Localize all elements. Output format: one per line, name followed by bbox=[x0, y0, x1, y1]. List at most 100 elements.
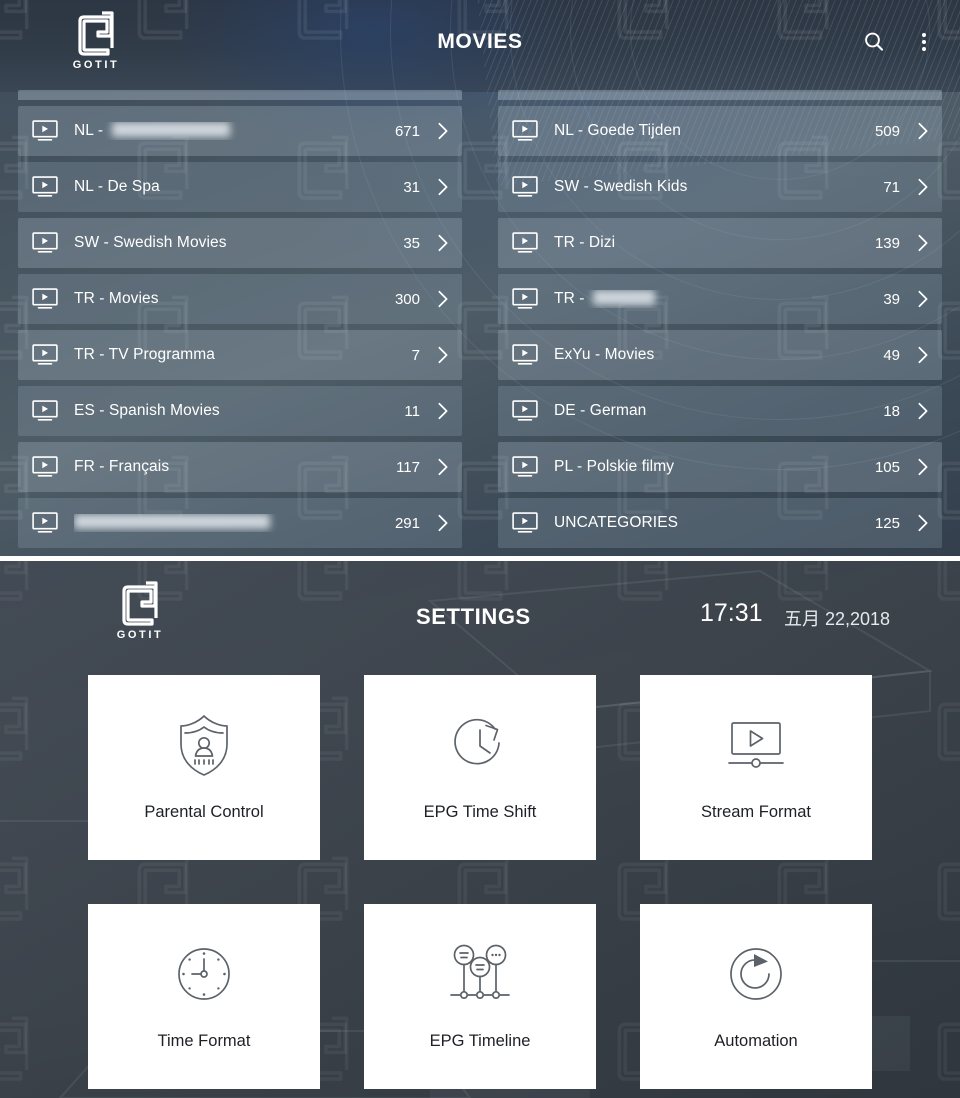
category-label: TR - TV Programma bbox=[74, 346, 215, 363]
category-row[interactable]: DE - German 18 bbox=[498, 386, 942, 436]
settings-tile-parental-control[interactable]: Parental Control bbox=[88, 675, 320, 860]
search-button[interactable] bbox=[860, 28, 888, 56]
header-actions bbox=[860, 28, 938, 56]
chevron-right-icon bbox=[438, 178, 448, 196]
timeline-nodes-icon-wrap bbox=[447, 942, 513, 1006]
settings-tile-epg-time-shift[interactable]: EPG Time Shift bbox=[364, 675, 596, 860]
category-count: 509 bbox=[874, 122, 900, 140]
settings-tile-label: EPG Time Shift bbox=[423, 803, 537, 821]
category-count: 49 bbox=[883, 346, 900, 364]
category-row[interactable]: NL - Goede Tijden 509 bbox=[498, 106, 942, 156]
category-count: 139 bbox=[874, 234, 900, 252]
category-label: SW - Swedish Kids bbox=[554, 178, 688, 195]
tv-play-icon bbox=[512, 344, 538, 365]
settings-page-title: SETTINGS bbox=[416, 604, 531, 629]
brand-name: GOTIT bbox=[116, 629, 164, 641]
settings-tile-epg-timeline[interactable]: EPG Timeline bbox=[364, 904, 596, 1089]
chevron-right-icon bbox=[918, 458, 928, 476]
chevron-right-icon bbox=[438, 346, 448, 364]
category-label: PL - Polskie filmy bbox=[554, 458, 675, 475]
category-row[interactable]: TR - 39 bbox=[498, 274, 942, 324]
chevron-right-icon bbox=[438, 234, 448, 252]
settings-tile-grid: Parental Control EPG Time Shift Stream For… bbox=[88, 675, 872, 1089]
category-label: UNCATEGORIES bbox=[554, 514, 679, 531]
category-row[interactable]: ExYu - Movies 49 bbox=[498, 330, 942, 380]
chevron-right-icon bbox=[918, 346, 928, 364]
scrolled-row-edge bbox=[498, 90, 942, 100]
category-row[interactable]: TR - Movies 300 bbox=[18, 274, 462, 324]
category-list-left: NL - 671 NL - De Spa 31 SW - Swedish Movies… bbox=[0, 88, 480, 558]
tv-play-icon bbox=[512, 232, 538, 253]
tv-play-icon bbox=[32, 120, 58, 141]
date-display: 五月 22,2018 bbox=[784, 609, 891, 629]
category-row[interactable]: NL - 671 bbox=[18, 106, 462, 156]
tv-play-icon bbox=[32, 512, 58, 533]
settings-tile-label: Parental Control bbox=[144, 803, 264, 821]
video-player-slider-icon bbox=[728, 722, 784, 768]
app-root: GOTITGOTITGOTITGOTITGOTITGOTITGOTITGOTIT… bbox=[0, 0, 960, 1098]
chevron-right-icon bbox=[918, 122, 928, 140]
settings-header: GOTIT SETTINGS 17:31 五月 22,2018 bbox=[0, 561, 960, 661]
shield-user-lock-icon bbox=[180, 715, 228, 776]
analog-clock-icon-wrap bbox=[172, 942, 236, 1006]
category-label: ES - Spanish Movies bbox=[74, 402, 220, 419]
category-label: TR - Movies bbox=[74, 290, 159, 307]
refresh-circle-icon-wrap bbox=[724, 942, 788, 1006]
category-count: 18 bbox=[883, 402, 900, 420]
overflow-menu-button[interactable] bbox=[910, 28, 938, 56]
tv-play-icon bbox=[512, 400, 538, 421]
category-row[interactable]: SW - Swedish Movies 35 bbox=[18, 218, 462, 268]
category-row[interactable]: FR - Français 117 bbox=[18, 442, 462, 492]
category-row[interactable]: ES - Spanish Movies 11 bbox=[18, 386, 462, 436]
chevron-right-icon bbox=[918, 402, 928, 420]
category-count: 105 bbox=[874, 458, 900, 476]
tv-play-icon bbox=[32, 288, 58, 309]
tv-play-icon bbox=[512, 512, 538, 533]
category-label: DE - German bbox=[554, 402, 647, 419]
category-label: TR - bbox=[554, 290, 960, 308]
settings-tile-time-format[interactable]: Time Format bbox=[88, 904, 320, 1089]
page-title: MOVIES bbox=[437, 30, 523, 53]
category-list-right: NL - Goede Tijden 509 SW - Swedish Kids 71 T… bbox=[480, 88, 960, 558]
tv-play-icon bbox=[512, 288, 538, 309]
shield-user-lock-icon-wrap bbox=[173, 713, 235, 777]
settings-tile-automation[interactable]: Automation bbox=[640, 904, 872, 1089]
settings-tile-stream-format[interactable]: Stream Format bbox=[640, 675, 872, 860]
category-count: 31 bbox=[403, 178, 420, 196]
clock-display: 17:31 bbox=[700, 599, 763, 627]
refresh-circle-icon bbox=[730, 948, 782, 1000]
tv-play-icon bbox=[512, 456, 538, 477]
category-count: 11 bbox=[404, 402, 420, 420]
movies-screen: GOTITGOTITGOTITGOTITGOTITGOTITGOTITGOTIT… bbox=[0, 0, 960, 558]
tv-play-icon bbox=[32, 400, 58, 421]
category-row[interactable]: 291 bbox=[18, 498, 462, 548]
tv-play-icon bbox=[32, 232, 58, 253]
category-label: SW - Swedish Movies bbox=[74, 234, 227, 251]
category-label: FR - Français bbox=[74, 458, 170, 475]
category-row[interactable]: PL - Polskie filmy 105 bbox=[498, 442, 942, 492]
category-row[interactable]: TR - Dizi 139 bbox=[498, 218, 942, 268]
brand-logo: GOTIT bbox=[110, 578, 170, 641]
chevron-right-icon bbox=[918, 514, 928, 532]
scrolled-row-edge bbox=[18, 90, 462, 100]
video-player-slider-icon-wrap bbox=[723, 713, 789, 777]
category-count: 35 bbox=[403, 234, 420, 252]
more-vertical-icon bbox=[922, 33, 926, 51]
tv-play-icon bbox=[512, 176, 538, 197]
category-count: 71 bbox=[883, 178, 900, 196]
settings-screen: GOTITGOTITGOTITGOTITGOTITGOTITGOTITGOTIT… bbox=[0, 561, 960, 1098]
redacted-label bbox=[74, 514, 270, 529]
tv-play-icon bbox=[32, 344, 58, 365]
category-row[interactable]: NL - De Spa 31 bbox=[18, 162, 462, 212]
search-icon bbox=[865, 32, 884, 51]
category-row[interactable]: TR - TV Programma 7 bbox=[18, 330, 462, 380]
settings-tile-label: Stream Format bbox=[700, 803, 812, 821]
category-row[interactable]: SW - Swedish Kids 71 bbox=[498, 162, 942, 212]
analog-clock-icon bbox=[178, 948, 230, 1000]
redacted-label bbox=[592, 290, 655, 305]
category-lists: NL - 671 NL - De Spa 31 SW - Swedish Movies… bbox=[0, 88, 960, 558]
category-row[interactable]: UNCATEGORIES 125 bbox=[498, 498, 942, 548]
chevron-right-icon bbox=[918, 178, 928, 196]
chevron-right-icon bbox=[918, 234, 928, 252]
clock-forward-icon bbox=[454, 718, 500, 765]
